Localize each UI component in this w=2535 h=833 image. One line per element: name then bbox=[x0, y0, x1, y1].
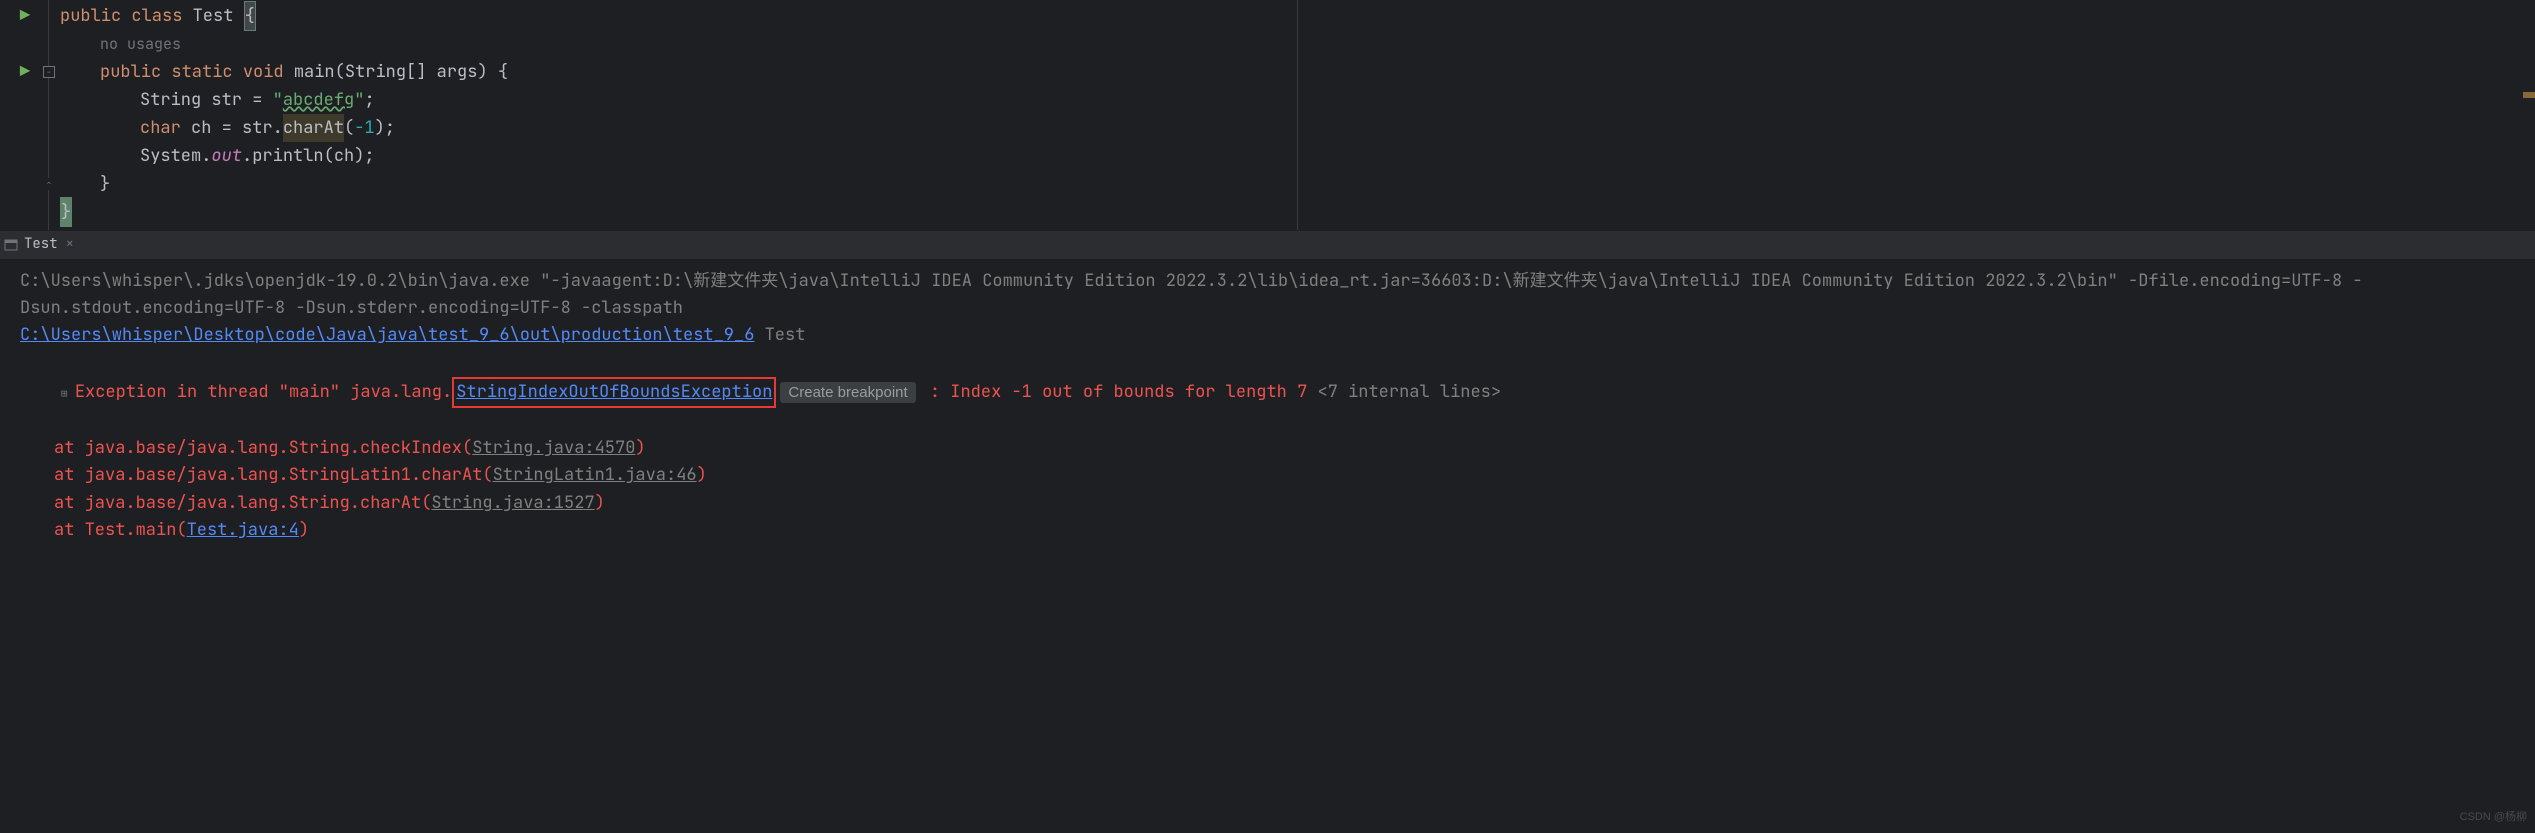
internal-lines[interactable]: <7 internal lines> bbox=[1317, 381, 1501, 403]
brace: } bbox=[60, 197, 72, 227]
operator: = bbox=[242, 86, 273, 114]
params: (String[] args) { bbox=[335, 58, 508, 86]
stack-suffix: ) bbox=[299, 519, 309, 541]
run-tab-bar: Test × bbox=[0, 230, 2535, 260]
brace: } bbox=[100, 170, 110, 198]
expand-icon[interactable]: ⊞ bbox=[61, 386, 73, 404]
stack-link[interactable]: String.java:4570 bbox=[472, 437, 635, 459]
string-literal: abcdefg bbox=[283, 86, 354, 114]
static-field: out bbox=[211, 142, 242, 170]
type: String bbox=[140, 86, 201, 114]
keyword: public bbox=[60, 2, 121, 30]
run-tab-label[interactable]: Test bbox=[24, 233, 58, 256]
run-method-icon[interactable]: ▶ bbox=[20, 58, 30, 86]
exception-class-link[interactable]: StringIndexOutOfBoundsException bbox=[456, 381, 772, 403]
run-class-icon[interactable]: ▶ bbox=[20, 2, 30, 30]
exception-highlight-box: StringIndexOutOfBoundsException bbox=[452, 377, 776, 408]
exception-message: : Index -1 out of bounds for length 7 bbox=[920, 381, 1318, 403]
editor-gutter: ▶ ▶− ⌃ bbox=[0, 0, 50, 230]
main-class: Test bbox=[754, 324, 805, 346]
keyword: class bbox=[131, 2, 182, 30]
paren: ( bbox=[344, 114, 354, 142]
code-content[interactable]: public class Test { no usages public sta… bbox=[50, 0, 2535, 230]
stack-frame: at java.base/java.lang.StringLatin1.char… bbox=[54, 464, 493, 486]
stack-suffix: ) bbox=[697, 464, 707, 486]
string-quote: " bbox=[273, 86, 283, 114]
stack-link[interactable]: String.java:1527 bbox=[431, 492, 594, 514]
brace: { bbox=[244, 1, 256, 31]
exception-prefix: Exception in thread "main" java.lang. bbox=[75, 381, 452, 403]
paren: ); bbox=[375, 114, 395, 142]
method-name: main bbox=[294, 58, 335, 86]
run-config-icon bbox=[4, 238, 18, 252]
stack-frame: at java.base/java.lang.String.charAt( bbox=[54, 492, 431, 514]
string-quote: " bbox=[354, 86, 364, 114]
variable: str bbox=[211, 86, 242, 114]
code-editor[interactable]: ▶ ▶− ⌃ public class Test { no usages pub… bbox=[0, 0, 2535, 230]
semicolon: ; bbox=[364, 86, 374, 114]
stack-suffix: ) bbox=[595, 492, 605, 514]
stack-frame: at Test.main( bbox=[54, 519, 187, 541]
method-call: charAt bbox=[283, 114, 344, 142]
right-margin-line bbox=[1297, 0, 1298, 230]
expression: = str. bbox=[211, 114, 282, 142]
console-command: C:\Users\whisper\.jdks\openjdk-19.0.2\bi… bbox=[20, 268, 2525, 322]
stack-link[interactable]: StringLatin1.java:46 bbox=[493, 464, 697, 486]
variable: ch bbox=[191, 114, 211, 142]
stack-suffix: ) bbox=[635, 437, 645, 459]
keyword: void bbox=[243, 58, 284, 86]
usage-hint[interactable]: no usages bbox=[100, 32, 181, 57]
fold-icon[interactable]: − bbox=[43, 66, 55, 78]
console-output[interactable]: C:\Users\whisper\.jdks\openjdk-19.0.2\bi… bbox=[0, 260, 2535, 833]
fold-guide-line bbox=[48, 0, 49, 230]
stack-link[interactable]: Test.java:4 bbox=[187, 519, 299, 541]
fold-icon[interactable]: ⌃ bbox=[43, 178, 55, 190]
type: char bbox=[140, 114, 181, 142]
close-tab-icon[interactable]: × bbox=[66, 233, 74, 256]
stack-frame: at java.base/java.lang.String.checkIndex… bbox=[54, 437, 472, 459]
class-name: Test bbox=[193, 2, 234, 30]
keyword: public bbox=[100, 58, 161, 86]
watermark: CSDN @杨柳 bbox=[2460, 809, 2527, 827]
method-call: .println(ch); bbox=[242, 142, 375, 170]
keyword: static bbox=[171, 58, 232, 86]
classpath-link[interactable]: C:\Users\whisper\Desktop\code\Java\java\… bbox=[20, 324, 754, 346]
warning-marker[interactable] bbox=[2523, 92, 2535, 98]
create-breakpoint-button[interactable]: Create breakpoint bbox=[780, 382, 915, 403]
class-ref: System. bbox=[140, 142, 211, 170]
number: -1 bbox=[354, 114, 374, 142]
